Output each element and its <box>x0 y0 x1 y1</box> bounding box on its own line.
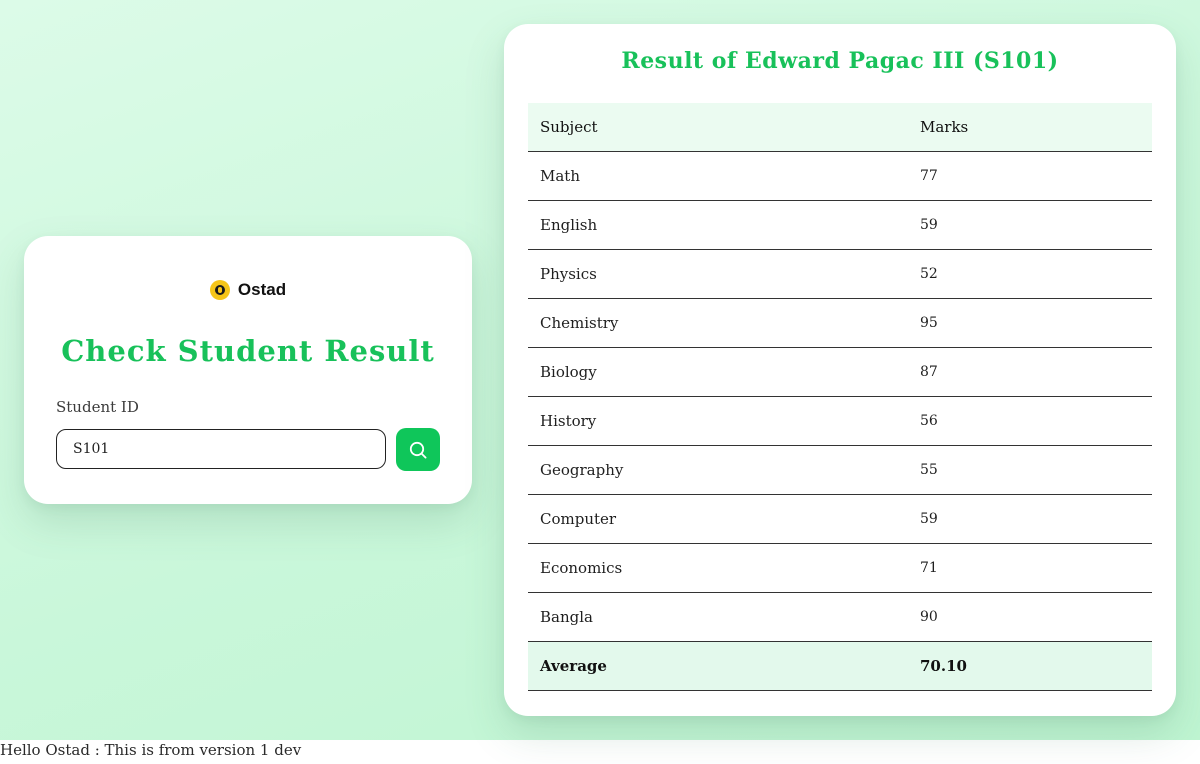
marks-cell: 59 <box>908 200 1152 250</box>
subject-cell: Math <box>528 151 908 201</box>
table-header-row: Subject Marks <box>528 103 1152 152</box>
subject-cell: Geography <box>528 445 908 495</box>
brand-logo: Ostad <box>24 280 472 300</box>
results-table: Subject Marks Math 77 English 59 Physics… <box>528 103 1152 691</box>
logo-text: Ostad <box>237 280 287 299</box>
student-id-input[interactable] <box>56 429 386 469</box>
average-label: Average <box>528 641 908 691</box>
marks-cell: 90 <box>908 592 1152 642</box>
table-row: Biology 87 <box>528 347 1152 397</box>
marks-cell: 52 <box>908 249 1152 299</box>
result-card: Result of Edward Pagac III (S101) Subjec… <box>504 24 1176 716</box>
page-title: Check Student Result <box>61 334 435 368</box>
average-row: Average 70.10 <box>528 641 1152 691</box>
marks-cell: 59 <box>908 494 1152 544</box>
subject-cell: Chemistry <box>528 298 908 348</box>
ostad-logo-icon <box>209 280 230 300</box>
table-row: Economics 71 <box>528 543 1152 593</box>
subject-cell: Biology <box>528 347 908 397</box>
average-value: 70.10 <box>908 641 1152 691</box>
search-button[interactable] <box>396 428 440 471</box>
table-row: Computer 59 <box>528 494 1152 544</box>
marks-cell: 55 <box>908 445 1152 495</box>
marks-cell: 77 <box>908 151 1152 201</box>
marks-cell: 71 <box>908 543 1152 593</box>
marks-cell: 56 <box>908 396 1152 446</box>
subject-cell: Economics <box>528 543 908 593</box>
student-id-label: Student ID <box>56 398 139 416</box>
table-row: Chemistry 95 <box>528 298 1152 348</box>
subject-cell: Physics <box>528 249 908 299</box>
table-row: Math 77 <box>528 151 1152 201</box>
table-row: Physics 52 <box>528 249 1152 299</box>
marks-cell: 87 <box>908 347 1152 397</box>
subject-cell: English <box>528 200 908 250</box>
lookup-card: Ostad Check Student Result Student ID <box>24 236 472 504</box>
marks-column-header: Marks <box>908 103 1152 152</box>
subject-cell: Computer <box>528 494 908 544</box>
table-row: History 56 <box>528 396 1152 446</box>
table-row: Bangla 90 <box>528 592 1152 642</box>
search-icon <box>409 441 427 459</box>
table-row: Geography 55 <box>528 445 1152 495</box>
footer-text: Hello Ostad : This is from version 1 dev <box>0 741 302 759</box>
result-title: Result of Edward Pagac III (S101) <box>621 48 1059 74</box>
subject-cell: History <box>528 396 908 446</box>
marks-cell: 95 <box>908 298 1152 348</box>
table-row: English 59 <box>528 200 1152 250</box>
subject-column-header: Subject <box>528 103 908 152</box>
subject-cell: Bangla <box>528 592 908 642</box>
